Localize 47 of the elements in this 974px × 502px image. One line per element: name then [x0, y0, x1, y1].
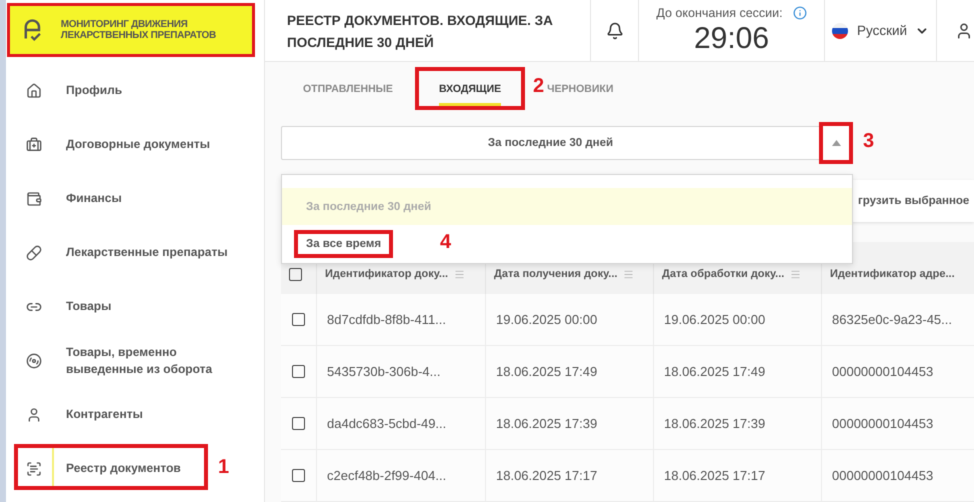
- tab[interactable]: ВХОДЯЩИЕ: [438, 74, 502, 106]
- session-label: До окончания сессии:: [656, 6, 783, 20]
- column-header: Дата получения доку...: [494, 268, 618, 280]
- page-title: РЕЕСТР ДОКУМЕНТОВ. ВХОДЯЩИЕ. ЗА ПОСЛЕДНИЕ 30 ДНЕЙ: [265, 0, 591, 61]
- bell-icon[interactable]: [606, 22, 624, 40]
- home-icon: [26, 83, 42, 99]
- table-cell: 18.06.2025 17:17: [486, 450, 654, 502]
- step-number: 3: [863, 130, 874, 153]
- checkbox[interactable]: [289, 268, 302, 280]
- logo-icon: [22, 17, 43, 43]
- checkbox[interactable]: [292, 313, 305, 326]
- table-cell: 18.06.2025 17:17: [654, 450, 822, 502]
- wallet-icon: [26, 191, 42, 207]
- table-cell: 19.06.2025 00:00: [654, 294, 822, 346]
- step-number: 4: [440, 231, 452, 254]
- user-icon[interactable]: [955, 22, 973, 40]
- document-icon: [26, 461, 42, 477]
- session-timer: 29:06: [694, 22, 770, 56]
- step-number: 1: [218, 456, 230, 479]
- caret-icon: [832, 140, 840, 146]
- step-number: 2: [532, 74, 544, 98]
- disc-icon: [26, 353, 42, 369]
- table-cell: 18.06.2025 17:49: [486, 346, 654, 398]
- table-cell: 18.06.2025 17:39: [654, 398, 822, 450]
- column-header: Идентификатор адре...: [830, 268, 955, 280]
- language-select[interactable]: Русский: [825, 0, 937, 61]
- table-cell: 5435730b-306b-4...: [317, 346, 486, 398]
- table-cell: 18.06.2025 17:39: [486, 398, 654, 450]
- caret-button[interactable]: [819, 122, 853, 164]
- briefcase-icon: [26, 137, 42, 153]
- table-cell: 8d7cdfdb-8f8b-411...: [317, 294, 486, 346]
- checkbox[interactable]: [292, 365, 305, 378]
- table-cell: 19.06.2025 00:00: [486, 294, 654, 346]
- language-label: Русский: [857, 23, 908, 38]
- checkbox[interactable]: [292, 417, 305, 430]
- table-cell: c2ecf48b-2f99-404...: [317, 450, 486, 502]
- checkbox[interactable]: [292, 469, 305, 482]
- user-icon: [26, 407, 42, 423]
- dropdown-option[interactable]: За все время 4: [282, 225, 852, 262]
- column-header: Дата обработки доку...: [662, 268, 784, 280]
- info-icon[interactable]: [792, 6, 807, 20]
- logo-text: МОНИТОРИНГ ДВИЖЕНИЯ ЛЕКАРСТВЕННЫХ ПРЕПАРАТОВ: [60, 18, 217, 42]
- pill-icon: [26, 245, 42, 261]
- table-cell: 18.06.2025 17:49: [654, 346, 822, 398]
- column-header: Идентификатор доку...: [325, 268, 448, 280]
- flag-icon: [831, 22, 849, 40]
- table-cell: da4dc683-5cbd-49...: [317, 398, 486, 450]
